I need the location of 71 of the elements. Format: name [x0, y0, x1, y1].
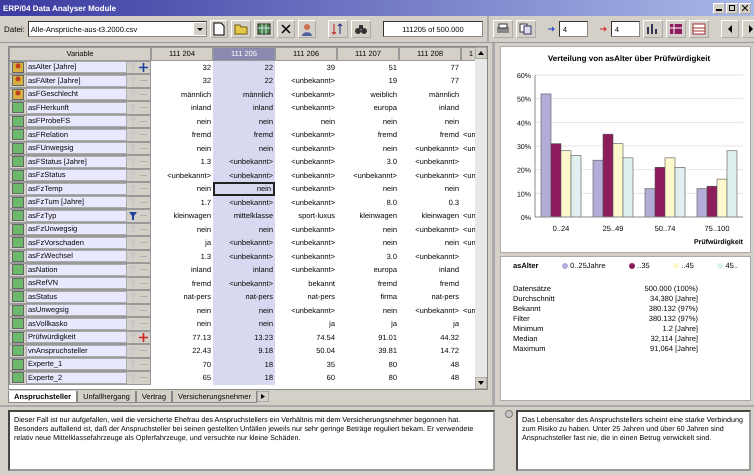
person-icon — [12, 88, 24, 100]
chart-icon — [646, 23, 660, 35]
bar — [696, 188, 708, 218]
field-icon — [12, 264, 24, 276]
field-icon — [12, 332, 24, 343]
field-icon — [12, 210, 24, 222]
grid-button[interactable] — [254, 20, 274, 38]
right-arrow-icon — [748, 25, 754, 33]
person-icon — [12, 75, 24, 86]
table-icon — [692, 23, 706, 35]
chart-title: Verteilung von asAlter über Prüfwürdigkeit — [548, 54, 710, 63]
previous-button[interactable] — [720, 20, 739, 38]
scroll-down-icon[interactable] — [475, 377, 487, 389]
field-icon — [12, 183, 24, 194]
close-button[interactable] — [739, 2, 751, 14]
printer-icon — [496, 23, 510, 35]
plus-icon[interactable] — [139, 332, 148, 342]
maximize-icon — [729, 5, 735, 11]
sort-icon — [330, 23, 345, 35]
field-icon — [12, 278, 24, 289]
scroll-up-icon[interactable] — [475, 47, 487, 59]
field-icon — [12, 237, 24, 248]
filter-button[interactable] — [350, 20, 371, 38]
plus-icon[interactable] — [139, 62, 148, 72]
binoculars-icon — [354, 23, 368, 35]
field-icon — [12, 345, 24, 356]
field-icon — [12, 372, 24, 384]
print-button[interactable] — [492, 20, 513, 38]
left-arrow-icon — [726, 25, 733, 33]
field-icon — [12, 129, 24, 140]
page-icon — [212, 22, 225, 36]
caret-icon — [194, 23, 206, 35]
chart-button[interactable] — [642, 20, 663, 38]
bar — [560, 150, 572, 218]
field-icon — [12, 196, 24, 208]
open-button[interactable] — [230, 20, 251, 38]
person-icon — [300, 22, 313, 36]
person-icon — [12, 62, 24, 73]
window-title: ERP/04 Data Analyser Module — [3, 4, 116, 12]
minimize-button[interactable] — [713, 2, 725, 14]
grid-icon — [256, 23, 271, 35]
field-icon — [12, 102, 24, 114]
grid-icon — [668, 23, 683, 35]
field-icon — [12, 116, 24, 127]
field-icon — [12, 358, 24, 370]
field-icon — [12, 170, 24, 181]
scroll-right-icon[interactable] — [256, 391, 269, 402]
bar — [664, 158, 676, 218]
grid-button[interactable] — [666, 20, 686, 38]
field-icon — [12, 224, 24, 235]
field-icon — [12, 250, 24, 262]
table-button[interactable] — [688, 20, 709, 38]
field-icon — [12, 318, 24, 330]
maximize-button[interactable] — [726, 2, 738, 14]
close-icon — [280, 24, 291, 34]
close-icon — [742, 5, 748, 11]
arrow-icon — [600, 25, 608, 33]
field-icon — [12, 142, 24, 154]
sort-button[interactable] — [328, 20, 348, 38]
delete-button[interactable] — [276, 20, 295, 38]
field-icon — [12, 291, 24, 302]
folder-icon — [234, 23, 248, 35]
field-icon — [12, 304, 24, 316]
field-icon — [12, 156, 24, 168]
file-label: Datei: — [4, 24, 25, 34]
person-button[interactable] — [298, 20, 316, 38]
new-page-button[interactable] — [210, 20, 228, 38]
bar — [706, 186, 718, 218]
copy-icon — [518, 23, 533, 35]
copy-button[interactable] — [516, 20, 536, 38]
arrow-icon — [548, 25, 556, 33]
